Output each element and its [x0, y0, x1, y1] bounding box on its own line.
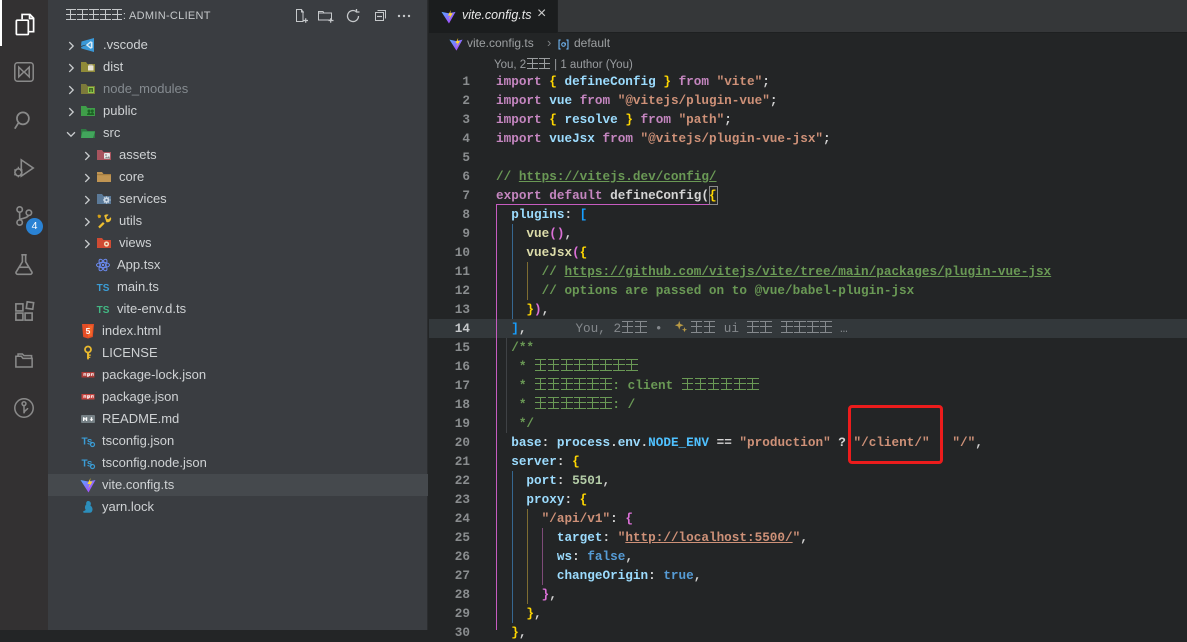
svg-text:5: 5 — [86, 326, 91, 336]
svg-text:TS: TS — [97, 283, 110, 294]
svg-text:TS: TS — [97, 305, 110, 316]
